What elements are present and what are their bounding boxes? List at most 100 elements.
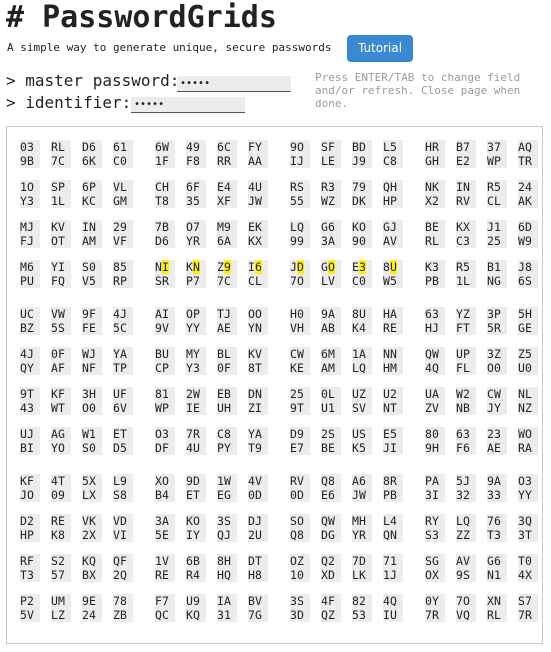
- grid-cell: VF: [113, 234, 133, 248]
- grid-cell: 53: [352, 608, 372, 622]
- grid-cell: 9A: [487, 474, 507, 488]
- grid-cell: NF: [82, 361, 102, 375]
- grid-cell: 5E: [155, 528, 175, 542]
- grid-cell: FY: [248, 140, 268, 154]
- identifier-input[interactable]: •••••: [131, 97, 245, 113]
- grid-cell: AA: [248, 154, 268, 168]
- grid-cell: D2: [20, 514, 40, 528]
- tutorial-button[interactable]: Tutorial: [347, 35, 413, 62]
- grid-cell: AG: [51, 427, 71, 441]
- grid-cell: KQ: [82, 554, 102, 568]
- grid-cell: BD: [352, 140, 372, 154]
- grid-cell: FL: [456, 361, 476, 375]
- grid-cell: 3P: [487, 307, 507, 321]
- grid-cell: AK: [518, 194, 538, 208]
- master-password-input[interactable]: •••••: [177, 76, 291, 92]
- grid-cell: E4: [217, 180, 237, 194]
- grid-cell: 31: [217, 608, 237, 622]
- grid-cell: RE: [383, 321, 403, 335]
- grid-cell: XO: [155, 474, 175, 488]
- grid-cell: H0: [290, 307, 310, 321]
- grid-cell: 4X: [518, 568, 538, 582]
- grid-cell: N1: [487, 568, 507, 582]
- grid-cell: 4T: [51, 474, 71, 488]
- grid-cell: 5H: [518, 307, 538, 321]
- grid-cell: 80: [425, 427, 445, 441]
- grid-cell: W2: [456, 387, 476, 401]
- grid-cell: UJ: [20, 427, 40, 441]
- grid-cell: KO: [186, 514, 206, 528]
- grid-cell: QF: [113, 554, 133, 568]
- grid-cell: 7B: [155, 220, 175, 234]
- grid-cell: 1W: [217, 474, 237, 488]
- grid-cell: OP: [186, 307, 206, 321]
- grid-cell: 24: [82, 608, 102, 622]
- grid-cell: O7: [186, 220, 206, 234]
- grid-cell: 3A: [155, 514, 175, 528]
- grid-cell: 0F: [51, 347, 71, 361]
- grid-cell: 6A: [217, 234, 237, 248]
- grid-cell: 63: [456, 427, 476, 441]
- grid-cell: OT: [51, 234, 71, 248]
- grid-cell: 81: [155, 387, 175, 401]
- grid-cell: 4J: [113, 307, 133, 321]
- identifier-label: > identifier:: [6, 93, 132, 112]
- grid-cell: KQ: [186, 608, 206, 622]
- grid-cell: 1L: [51, 194, 71, 208]
- grid-cell: JW: [352, 488, 372, 502]
- grid-cell: LZ: [51, 608, 71, 622]
- grid-cell: AM: [321, 361, 341, 375]
- grid-cell: KC: [82, 194, 102, 208]
- grid-cell: 1F: [155, 154, 175, 168]
- grid-cell: HP: [383, 194, 403, 208]
- grid-cell: IJ: [290, 154, 310, 168]
- grid-cell: VQ: [456, 608, 476, 622]
- grid-cell: AF: [51, 361, 71, 375]
- grid-cell: AE: [217, 321, 237, 335]
- grid-cell: D9: [290, 427, 310, 441]
- grid-cell: 1L: [456, 274, 476, 288]
- grid-cell: J9: [352, 154, 372, 168]
- grid-cell: YR: [186, 234, 206, 248]
- grid-cell: RP: [113, 274, 133, 288]
- grid-cell: AV: [456, 554, 476, 568]
- grid-cell: U1: [321, 401, 341, 415]
- grid-cell: HM: [383, 361, 403, 375]
- grid-cell: D6: [155, 234, 175, 248]
- grid-cell: VI: [113, 528, 133, 542]
- grid-cell: T9: [248, 441, 268, 455]
- grid-cell: GM: [113, 194, 133, 208]
- grid-cell: RE: [51, 514, 71, 528]
- grid-cell: 43: [20, 401, 40, 415]
- grid-cell: DN: [248, 387, 268, 401]
- grid-cell: NL: [518, 387, 538, 401]
- grid-cell: HR: [425, 140, 445, 154]
- grid-cell: QW: [425, 347, 445, 361]
- grid-cell: AB: [321, 321, 341, 335]
- grid-cell: TP: [113, 361, 133, 375]
- grid-cell: 82: [352, 594, 372, 608]
- grid-cell: UM: [51, 594, 71, 608]
- grid-cell: C8: [383, 154, 403, 168]
- grid-cell: B1: [487, 260, 507, 274]
- identifier-row: > identifier:: [6, 93, 131, 112]
- grid-cell: F6: [456, 441, 476, 455]
- grid-cell: UF: [113, 387, 133, 401]
- grid-cell: TJ: [217, 307, 237, 321]
- grid-cell: A6: [352, 474, 372, 488]
- grid-cell: EB: [217, 387, 237, 401]
- grid-cell: 85: [113, 260, 133, 274]
- grid-cell: 9O: [290, 140, 310, 154]
- grid-cell: YA: [113, 347, 133, 361]
- grid-cell: F7: [155, 594, 175, 608]
- grid-cell: 6S: [518, 274, 538, 288]
- grid-cell: PA: [425, 474, 445, 488]
- grid-cell: KO: [352, 220, 372, 234]
- grid-cell: 0D: [290, 488, 310, 502]
- grid-cell: JY: [487, 401, 507, 415]
- grid-cell: 0D: [248, 488, 268, 502]
- grid-cell: VW: [51, 307, 71, 321]
- grid-cell: RR: [217, 154, 237, 168]
- grid-cell: JI: [383, 441, 403, 455]
- grid-cell: CW: [487, 387, 507, 401]
